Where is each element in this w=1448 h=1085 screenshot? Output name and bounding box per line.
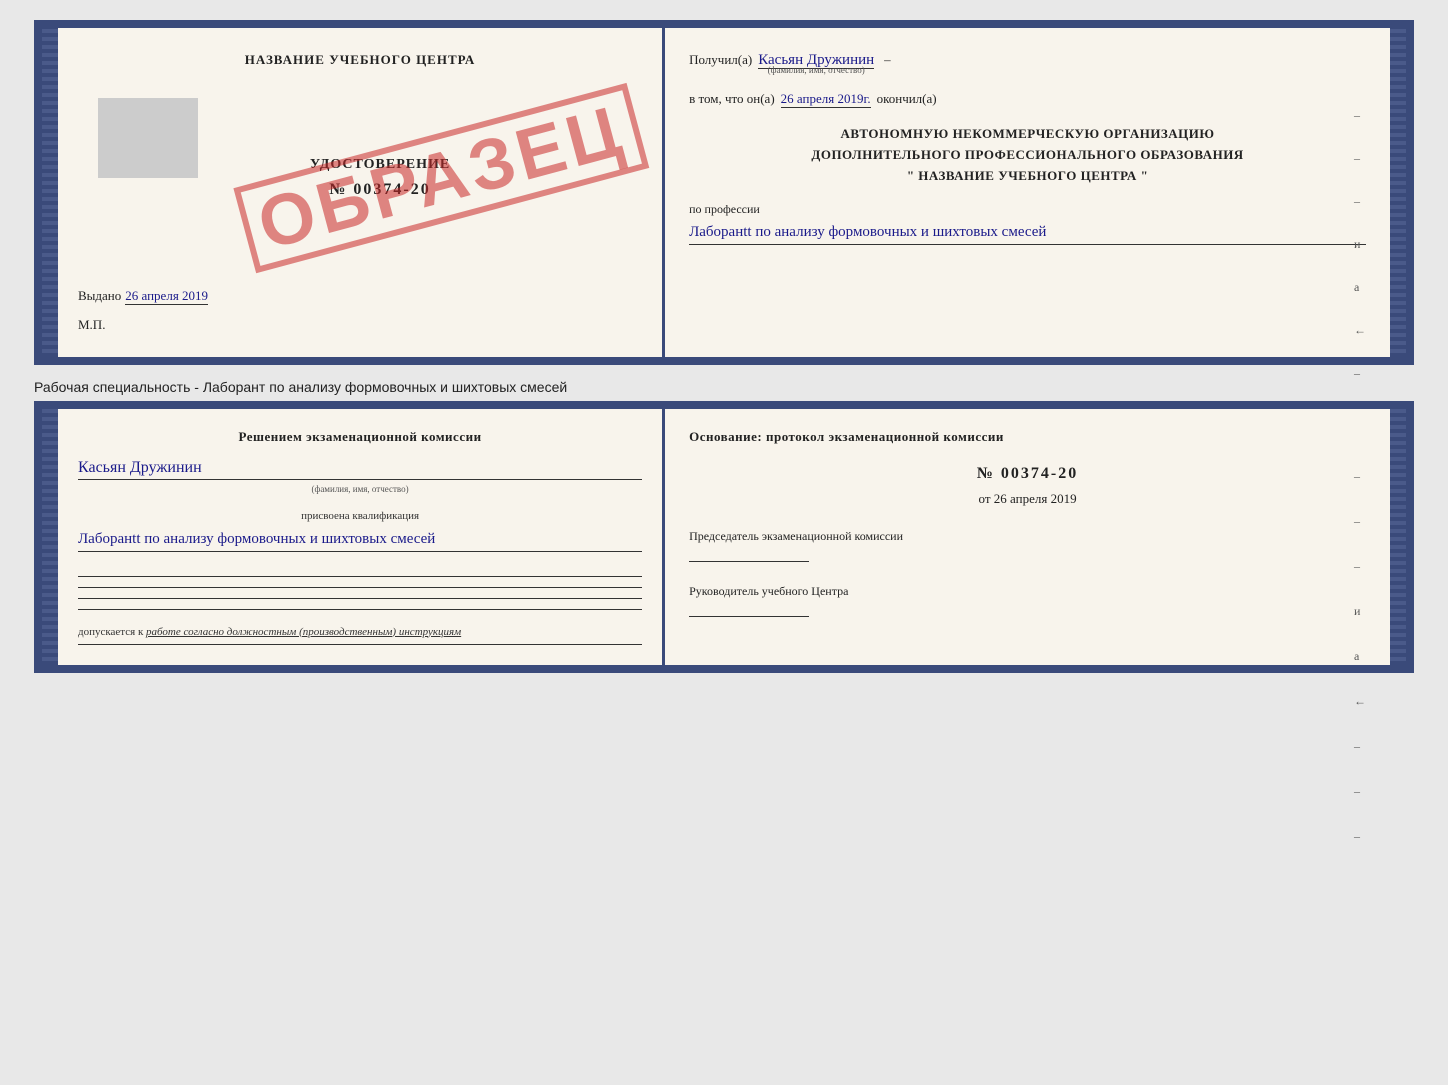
cert-received-sub: (фамилия, имя, отчество) bbox=[758, 65, 874, 75]
cert-completed-date: 26 апреля 2019г. bbox=[781, 91, 871, 108]
bl-bottom-line bbox=[78, 644, 642, 645]
cert-completed-suffix: окончил(а) bbox=[877, 91, 937, 107]
br-director-sign bbox=[689, 616, 809, 617]
cert-org-line1: АВТОНОМНУЮ НЕКОММЕРЧЕСКУЮ ОРГАНИЗАЦИЮ bbox=[689, 124, 1366, 145]
bl-permission-text: работе согласно должностным (производств… bbox=[146, 626, 461, 638]
bl-permission: допускается к работе согласно должностны… bbox=[78, 626, 642, 638]
bl-permission-prefix: допускается к bbox=[78, 626, 143, 638]
cert-profession-value: Лаборанtt по анализу формовочных и шихто… bbox=[689, 221, 1366, 245]
cert-right-page: Получил(а) Касьян Дружинин (фамилия, имя… bbox=[665, 28, 1390, 357]
cert-doc-title: УДОСТОВЕРЕНИЕ bbox=[310, 157, 450, 173]
cert-mp: М.П. bbox=[78, 317, 642, 333]
bottom-spine-right bbox=[1390, 409, 1406, 665]
cert-stamp-area: УДОСТОВЕРЕНИЕ № 00374-20 ОБРАЗЕЦ bbox=[78, 88, 642, 268]
bl-qual-value: Лаборанtt по анализу формовочных и шихто… bbox=[78, 528, 642, 552]
cert-school-title: НАЗВАНИЕ УЧЕБНОГО ЦЕНТРА bbox=[78, 52, 642, 68]
cert-issued-line: Выдано 26 апреля 2019 bbox=[78, 288, 642, 305]
br-protocol-number: № 00374-20 bbox=[689, 465, 1366, 483]
br-date-prefix: от bbox=[979, 491, 991, 506]
bottom-right-page: Основание: протокол экзаменационной коми… bbox=[665, 409, 1390, 665]
br-right-dashes: – – – и а ← – – – bbox=[1354, 469, 1366, 844]
cert-issued-block: Выдано 26 апреля 2019 bbox=[78, 288, 642, 305]
br-date: от 26 апреля 2019 bbox=[689, 491, 1366, 507]
bl-lines bbox=[78, 576, 642, 610]
cert-received-row: Получил(а) Касьян Дружинин (фамилия, имя… bbox=[689, 52, 1366, 75]
br-chair-sign bbox=[689, 561, 809, 562]
cert-spine-right bbox=[1390, 28, 1406, 357]
cert-profession-label: по профессии bbox=[689, 202, 1366, 217]
cert-photo-placeholder bbox=[98, 98, 198, 178]
top-certificate: НАЗВАНИЕ УЧЕБНОГО ЦЕНТРА УДОСТОВЕРЕНИЕ №… bbox=[34, 20, 1414, 365]
bl-name-sub: (фамилия, имя, отчество) bbox=[78, 484, 642, 494]
cert-profession-block: по профессии Лаборанtt по анализу формов… bbox=[689, 202, 1366, 245]
specialty-line: Рабочая специальность - Лаборант по анал… bbox=[34, 373, 1414, 401]
cert-completed-row: в том, что он(а) 26 апреля 2019г. окончи… bbox=[689, 91, 1366, 108]
bl-name: Касьян Дружинин bbox=[78, 459, 642, 480]
cert-issued-label: Выдано bbox=[78, 288, 121, 304]
bl-decision-label: Решением экзаменационной комиссии bbox=[78, 429, 642, 445]
cert-spine-left bbox=[42, 28, 58, 357]
cert-completed-label: в том, что он(а) bbox=[689, 91, 775, 107]
bl-qual-label: присвоена квалификация bbox=[78, 510, 642, 522]
br-chair-label: Председатель экзаменационной комиссии bbox=[689, 527, 1366, 545]
br-date-value: 26 апреля 2019 bbox=[994, 491, 1077, 506]
br-director-label: Руководитель учебного Центра bbox=[689, 582, 1366, 600]
cert-doc-number: № 00374-20 bbox=[310, 181, 450, 199]
cert-org-block: АВТОНОМНУЮ НЕКОММЕРЧЕСКУЮ ОРГАНИЗАЦИЮ ДО… bbox=[689, 124, 1366, 186]
cert-org-line3: " НАЗВАНИЕ УЧЕБНОГО ЦЕНТРА " bbox=[689, 166, 1366, 187]
cert-org-line2: ДОПОЛНИТЕЛЬНОГО ПРОФЕССИОНАЛЬНОГО ОБРАЗО… bbox=[689, 145, 1366, 166]
br-basis-label: Основание: протокол экзаменационной коми… bbox=[689, 429, 1366, 445]
cert-left-page: НАЗВАНИЕ УЧЕБНОГО ЦЕНТРА УДОСТОВЕРЕНИЕ №… bbox=[58, 28, 665, 357]
bottom-left-page: Решением экзаменационной комиссии Касьян… bbox=[58, 409, 665, 665]
bottom-spine-left bbox=[42, 409, 58, 665]
bottom-certificate: Решением экзаменационной комиссии Касьян… bbox=[34, 401, 1414, 673]
cert-received-label: Получил(а) bbox=[689, 52, 752, 68]
cert-doc-block: УДОСТОВЕРЕНИЕ № 00374-20 bbox=[310, 157, 450, 199]
cert-issued-date: 26 апреля 2019 bbox=[125, 288, 208, 305]
